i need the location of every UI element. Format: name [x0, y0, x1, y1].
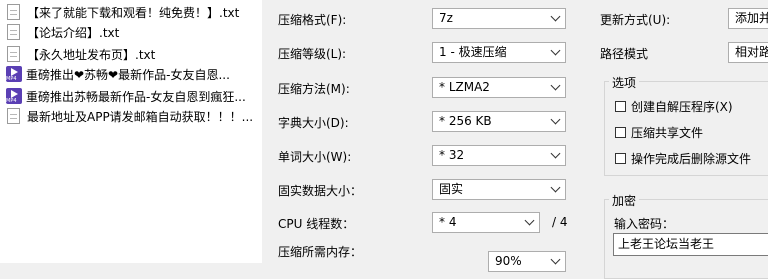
file-list[interactable]: 【来了就能下载和观看！纯免费！】.txt 【论坛介绍】.txt 【永久地址发布页… [0, 0, 262, 263]
list-item[interactable]: MP4 重磅推出苏畅最新作品-女友自恩到瘋狂... [0, 86, 262, 106]
path-mode-label: 路径模式 [600, 47, 649, 61]
level-label: 压缩等级(L): [278, 47, 347, 61]
update-select[interactable]: 添加并 [728, 8, 768, 29]
list-item[interactable]: 【论坛介绍】.txt [0, 22, 262, 42]
chevron-down-icon [550, 11, 561, 22]
dict-label: 字典大小(D): [278, 116, 349, 130]
file-name: 最新地址及APP请发邮箱自动获取！！！... [27, 109, 254, 124]
method-value: * LZMA2 [439, 80, 490, 94]
txt-file-icon [7, 46, 20, 62]
path-mode-value: 相对路 [735, 45, 768, 59]
chevron-down-icon [550, 45, 561, 56]
shared-files-checkbox[interactable]: 压缩共享文件 [615, 124, 703, 141]
chevron-down-icon [550, 80, 561, 91]
format-value: 7z [439, 11, 453, 25]
solid-value: 固实 [439, 182, 464, 196]
checkbox-label: 压缩共享文件 [631, 126, 704, 140]
file-name: 【永久地址发布页】.txt [27, 47, 156, 62]
cpu-label: CPU 线程数： [278, 217, 355, 231]
method-label: 压缩方法(M): [278, 82, 350, 96]
txt-file-icon [7, 24, 20, 40]
checkbox-box[interactable] [615, 127, 626, 138]
memory-label: 压缩所需内存： [278, 245, 363, 259]
solid-label: 固实数据大小： [278, 184, 363, 198]
checkbox-label: 操作完成后删除源文件 [631, 152, 752, 166]
update-value: 添加并 [735, 11, 768, 25]
password-label: 输入密码： [614, 217, 675, 231]
password-input[interactable]: 上老王论坛当老王 [613, 233, 768, 256]
cpu-value: * 4 [439, 215, 457, 229]
file-name: 【论坛介绍】.txt [27, 25, 120, 40]
list-item[interactable]: 【永久地址发布页】.txt [0, 44, 262, 64]
format-label: 压缩格式(F): [278, 13, 347, 27]
checkbox-box[interactable] [615, 153, 626, 164]
cpu-select[interactable]: * 4 [432, 212, 540, 233]
file-name: 【来了就能下载和观看！纯免费！】.txt [27, 5, 240, 20]
dict-value: * 256 KB [439, 114, 492, 128]
checkbox-label: 创建自解压程序(X) [631, 100, 733, 114]
solid-select[interactable]: 固实 [432, 179, 566, 200]
options-title: 选项 [609, 74, 640, 91]
txt-file-icon [7, 108, 20, 124]
file-name: 重磅推出❤苏畅❤最新作品-女友自恩... [26, 67, 230, 82]
format-select[interactable]: 7z [432, 8, 566, 29]
level-select[interactable]: 1 - 极速压缩 [432, 42, 566, 63]
file-name: 重磅推出苏畅最新作品-女友自恩到瘋狂... [26, 89, 246, 104]
mp4-file-icon: MP4 [6, 66, 22, 82]
sfx-checkbox[interactable]: 创建自解压程序(X) [615, 98, 733, 115]
cpu-total: / 4 [552, 215, 568, 229]
checkbox-box[interactable] [615, 101, 626, 112]
password-value: 上老王论坛当老王 [618, 237, 715, 251]
delete-source-checkbox[interactable]: 操作完成后删除源文件 [615, 150, 751, 167]
txt-file-icon [7, 4, 20, 20]
memory-select[interactable]: 90% [488, 251, 566, 272]
chevron-down-icon [550, 114, 561, 125]
dict-select[interactable]: * 256 KB [432, 111, 566, 132]
list-item[interactable]: MP4 重磅推出❤苏畅❤最新作品-女友自恩... [0, 64, 262, 84]
list-item[interactable]: 【来了就能下载和观看！纯免费！】.txt [0, 2, 262, 22]
word-value: * 32 [439, 148, 465, 162]
path-mode-select[interactable]: 相对路 [728, 42, 768, 63]
chevron-down-icon [550, 148, 561, 159]
chevron-down-icon [524, 215, 535, 226]
update-label: 更新方式(U): [600, 13, 671, 27]
word-label: 单词大小(W): [278, 150, 352, 164]
chevron-down-icon [550, 182, 561, 193]
word-select[interactable]: * 32 [432, 145, 566, 166]
mp4-file-icon: MP4 [6, 88, 22, 104]
level-value: 1 - 极速压缩 [439, 45, 507, 59]
memory-value: 90% [495, 254, 522, 268]
method-select[interactable]: * LZMA2 [432, 77, 566, 98]
list-item[interactable]: 最新地址及APP请发邮箱自动获取！！！... [0, 106, 262, 126]
encryption-title: 加密 [609, 192, 640, 209]
